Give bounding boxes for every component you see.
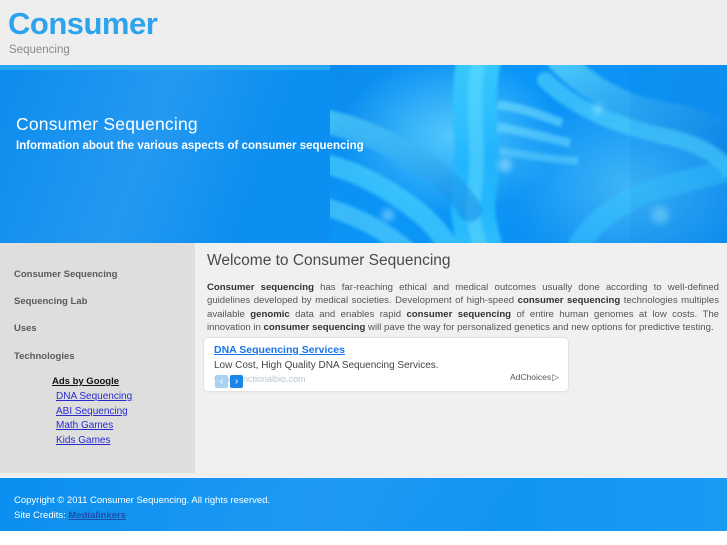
sidebar-ad-link-math-games[interactable]: Math Games xyxy=(56,419,182,434)
sidebar-ad-link-dna-sequencing[interactable]: DNA Sequencing xyxy=(56,390,182,405)
sidebar-item-sequencing-lab[interactable]: Sequencing Lab xyxy=(14,296,87,308)
emphasis-consumer-sequencing-3: consumer sequencing xyxy=(406,308,512,320)
ads-by-google-label[interactable]: Ads by Google xyxy=(52,375,119,390)
banner-subtitle: Information about the various aspects of… xyxy=(16,140,364,152)
dna-helix-image xyxy=(330,65,727,243)
sidebar-item-technologies[interactable]: Technologies xyxy=(14,351,75,363)
page-title: Welcome to Consumer Sequencing xyxy=(207,252,451,269)
banner-title: Consumer Sequencing xyxy=(16,114,198,134)
emphasis-consumer-sequencing-2: consumer sequencing xyxy=(517,295,621,307)
site-footer: Copyright © 2011 Consumer Sequencing. Al… xyxy=(0,478,727,531)
ad-description: Low Cost, High Quality DNA Sequencing Se… xyxy=(214,360,439,371)
sidebar-ad-link-abi-sequencing[interactable]: ABI Sequencing xyxy=(56,405,182,420)
footer-credits-link[interactable]: Medialinkers xyxy=(68,510,126,521)
footer-credits: Site Credits: Medialinkers xyxy=(14,509,126,522)
chevron-left-icon[interactable]: ‹ xyxy=(215,375,228,388)
site-logo-secondary: Sequencing xyxy=(9,44,70,56)
hero-banner: Consumer Sequencing Information about th… xyxy=(0,65,727,243)
ad-carousel-nav[interactable]: ‹ › xyxy=(215,375,243,388)
paragraph-text-3: data and enables rapid xyxy=(289,308,407,320)
page-root: Consumer Sequencing Consumer Sequencing … xyxy=(0,0,727,545)
adchoices-badge[interactable]: AdChoices▷ xyxy=(510,372,559,383)
chevron-right-icon[interactable]: › xyxy=(230,375,243,388)
adchoices-label: AdChoices xyxy=(509,372,552,382)
content-area: Consumer Sequencing Sequencing Lab Uses … xyxy=(0,243,727,478)
paragraph-text-5: will pave the way for personalized genet… xyxy=(365,322,714,334)
intro-paragraph: Consumer sequencing has far-reaching eth… xyxy=(207,281,719,335)
page-bottom-spacer xyxy=(0,531,727,545)
sidebar-item-consumer-sequencing[interactable]: Consumer Sequencing xyxy=(14,269,117,281)
site-logo-primary[interactable]: Consumer xyxy=(8,7,158,41)
google-ad-unit[interactable]: DNA Sequencing Services Low Cost, High Q… xyxy=(203,337,569,392)
adchoices-triangle-icon: ▷ xyxy=(552,372,559,382)
site-header: Consumer Sequencing xyxy=(0,0,727,65)
footer-copyright: Copyright © 2011 Consumer Sequencing. Al… xyxy=(14,495,271,506)
emphasis-genomic: genomic xyxy=(250,308,290,320)
sidebar-ad-link-kids-games[interactable]: Kids Games xyxy=(56,434,182,449)
emphasis-consumer-sequencing-4: consumer sequencing xyxy=(263,322,366,334)
sidebar-item-uses[interactable]: Uses xyxy=(14,323,37,335)
footer-credits-prefix: Site Credits: xyxy=(14,510,69,521)
main-column: Welcome to Consumer Sequencing Consumer … xyxy=(195,243,727,478)
ad-headline-link[interactable]: DNA Sequencing Services xyxy=(214,344,345,356)
sidebar: Consumer Sequencing Sequencing Lab Uses … xyxy=(0,243,195,473)
sidebar-ad-block: Ads by Google DNA Sequencing ABI Sequenc… xyxy=(52,371,182,448)
emphasis-consumer-sequencing-1: Consumer sequencing xyxy=(207,282,314,293)
